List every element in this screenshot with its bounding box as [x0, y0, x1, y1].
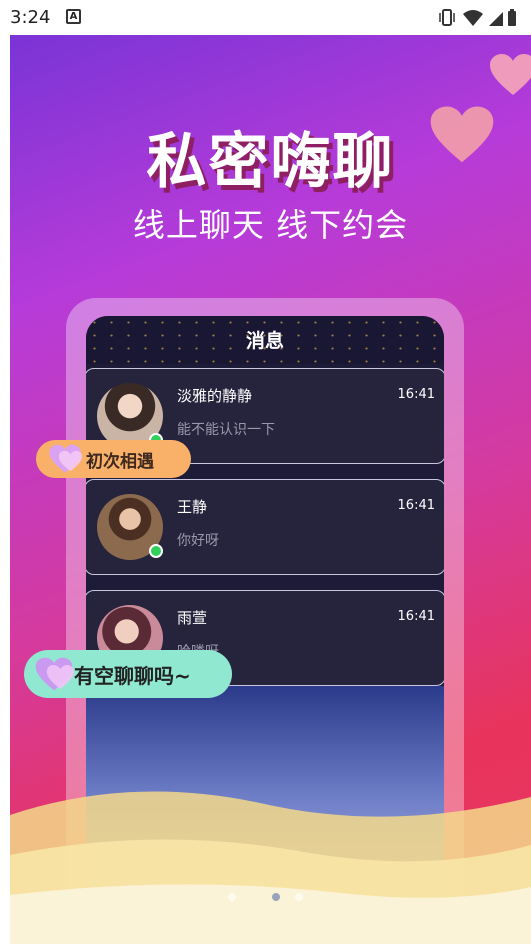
messages-title: 消息 — [245, 330, 284, 352]
messages-header: 消息 — [86, 316, 444, 364]
contact-name: 王静 — [177, 498, 208, 516]
conversation-item: 王静 16:41 你好呀 — [86, 479, 444, 575]
message-time: 16:41 — [397, 498, 435, 513]
chat-invite-bubble: 有空聊聊吗~ — [24, 650, 232, 698]
banner-subtitle: 线上聊天 线下约会 — [132, 206, 409, 244]
signal-icon — [489, 12, 503, 26]
first-meet-label: 初次相遇 — [86, 451, 154, 472]
heart-icon — [490, 54, 531, 95]
chat-invite-label: 有空聊聊吗~ — [74, 663, 191, 688]
message-preview: 你好呀 — [177, 533, 219, 549]
splash-banner: 私密嗨聊 线上聊天 线下约会 消息 淡雅的静静 16:41 能不能认识一下 王静… — [10, 35, 531, 944]
online-status-icon — [149, 544, 163, 558]
dunes-decoration — [10, 791, 531, 944]
page-dot[interactable] — [295, 893, 303, 901]
page-dot[interactable] — [228, 893, 236, 901]
status-icons — [439, 8, 519, 28]
battery-icon — [508, 9, 516, 26]
page-indicator — [10, 893, 531, 905]
message-time: 16:41 — [397, 609, 435, 624]
message-time: 16:41 — [397, 387, 435, 402]
status-time: 3:24 — [10, 7, 51, 28]
contact-name: 淡雅的静静 — [177, 387, 253, 405]
heart-icon — [49, 444, 82, 473]
page-dot-active[interactable] — [272, 893, 280, 901]
status-bar: 3:24 A — [0, 0, 531, 35]
heart-icon — [35, 657, 74, 691]
banner-title: 私密嗨聊 — [146, 127, 395, 197]
message-preview: 能不能认识一下 — [177, 422, 275, 438]
notification-icon: A — [66, 9, 81, 24]
first-meet-bubble: 初次相遇 — [36, 440, 191, 478]
contact-name: 雨萱 — [177, 609, 208, 627]
vibrate-icon — [439, 9, 455, 26]
wifi-icon — [463, 10, 483, 26]
